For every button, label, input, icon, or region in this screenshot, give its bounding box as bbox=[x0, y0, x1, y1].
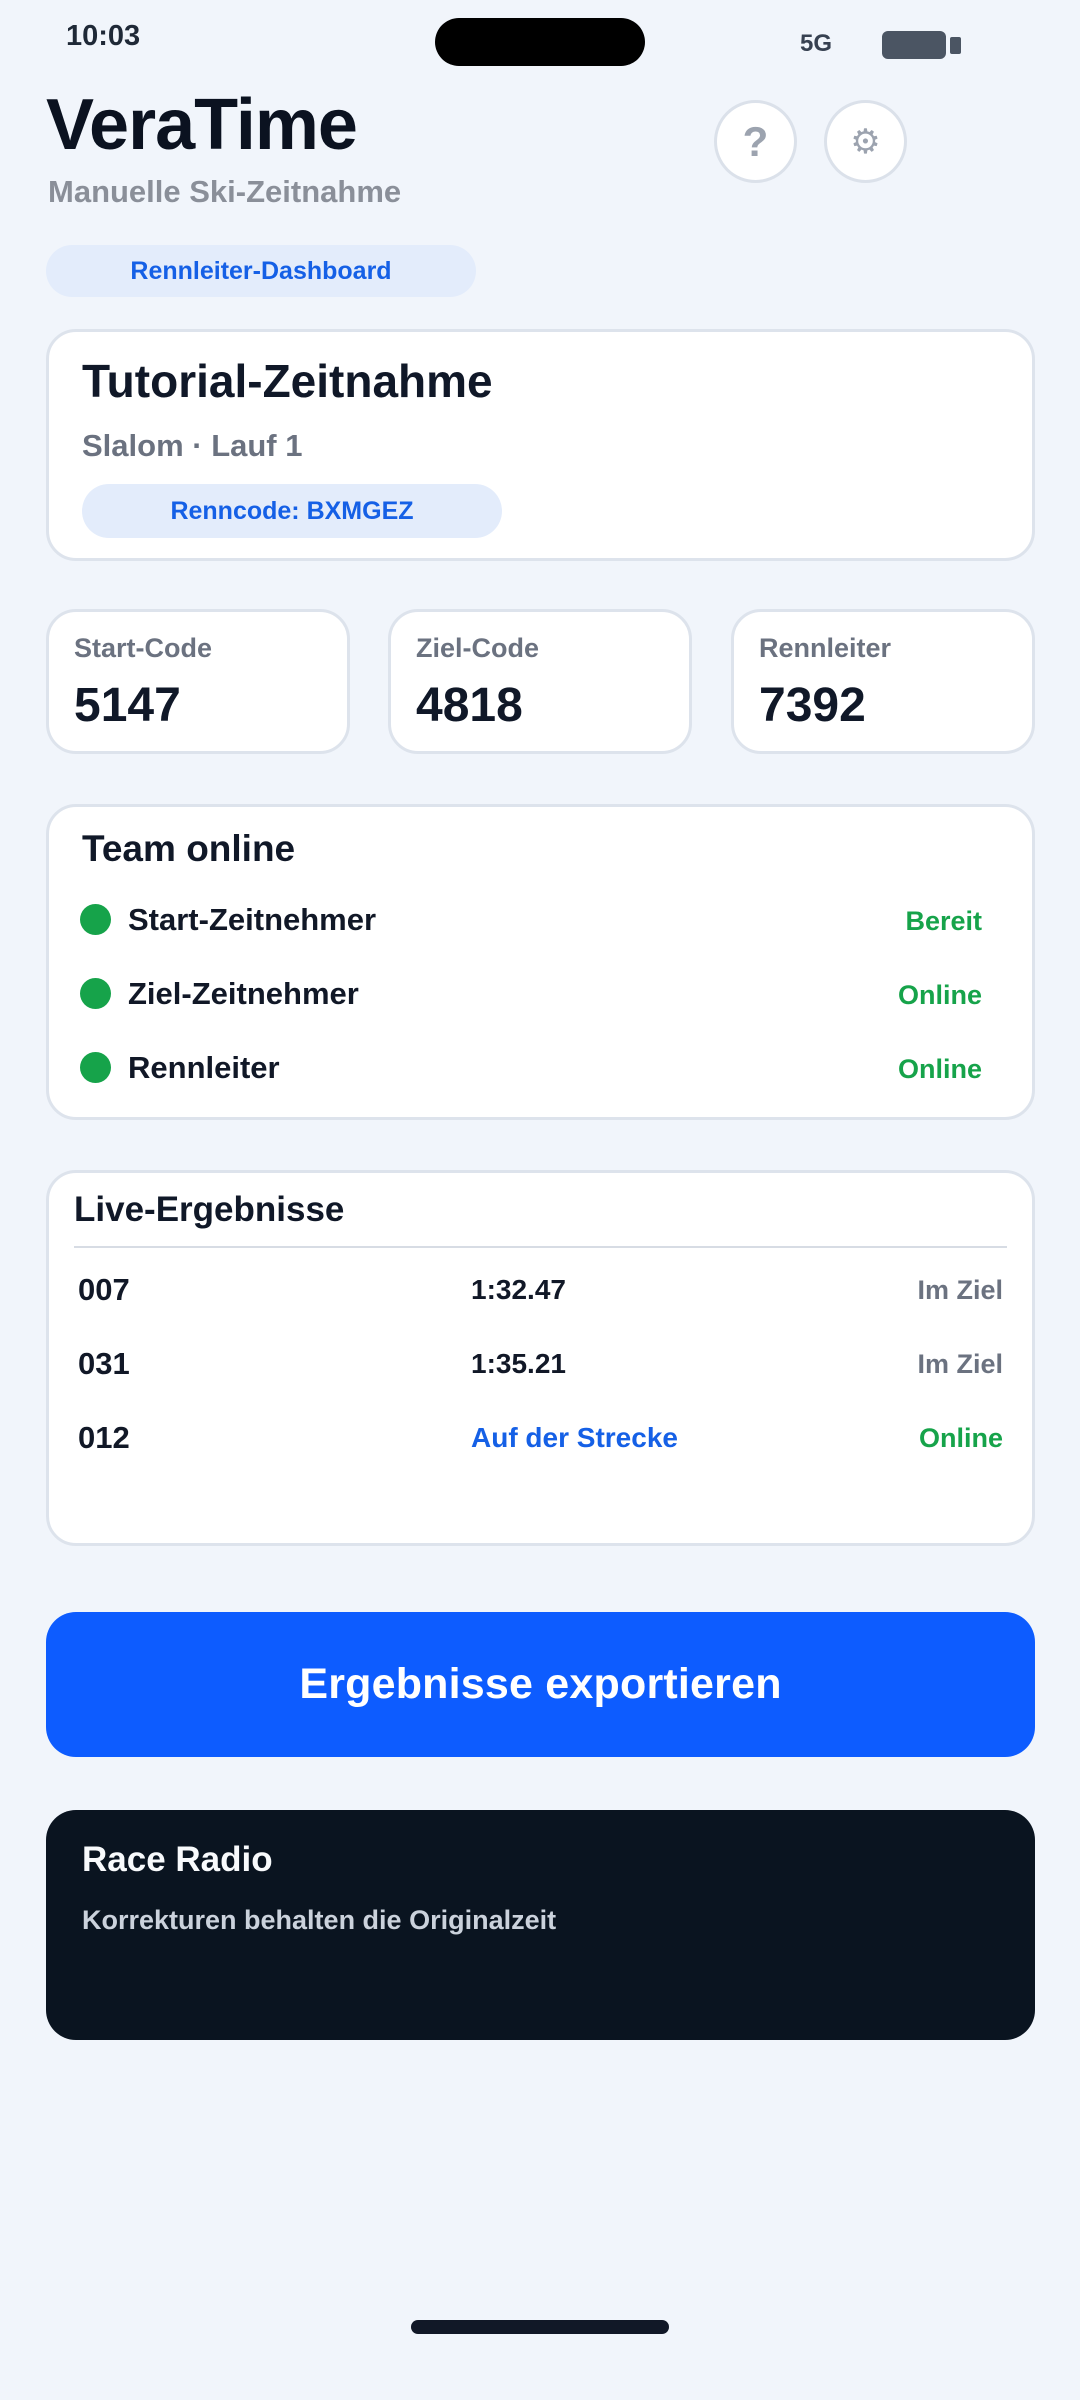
gear-icon: ⚙ bbox=[850, 122, 881, 161]
battery-tip bbox=[950, 37, 961, 54]
race-discipline: Slalom · Lauf 1 bbox=[82, 428, 303, 463]
race-code-badge: Renncode: BXMGEZ bbox=[82, 484, 502, 538]
start-code-label: Start-Code bbox=[74, 633, 213, 663]
director-code-label: Rennleiter bbox=[759, 633, 892, 663]
team-member-name: Ziel-Zeitnehmer bbox=[128, 976, 359, 1011]
result-bib: 007 bbox=[78, 1272, 130, 1307]
help-icon: ? bbox=[742, 117, 769, 165]
results-divider bbox=[74, 1246, 1007, 1248]
result-time: 1:35.21 bbox=[471, 1348, 566, 1379]
team-member-name: Start-Zeitnehmer bbox=[128, 902, 377, 937]
race-radio-message: Korrekturen behalten die Originalzeit bbox=[82, 1905, 557, 1935]
app-title: VeraTime bbox=[46, 85, 358, 165]
network-indicator: 5G bbox=[800, 30, 833, 57]
director-code-value: 7392 bbox=[759, 679, 866, 732]
status-time: 10:03 bbox=[66, 20, 141, 52]
result-status: Online bbox=[918, 1423, 1003, 1453]
race-radio-title: Race Radio bbox=[82, 1840, 273, 1879]
finish-code-value: 4818 bbox=[416, 679, 523, 732]
team-member-status: Online bbox=[897, 1054, 982, 1084]
finish-code-label: Ziel-Code bbox=[416, 633, 540, 663]
results-title: Live-Ergebnisse bbox=[74, 1190, 345, 1229]
result-bib: 031 bbox=[78, 1346, 130, 1381]
team-member-name: Rennleiter bbox=[128, 1050, 280, 1085]
result-status: Im Ziel bbox=[917, 1275, 1003, 1305]
status-dot bbox=[80, 1052, 111, 1083]
status-dot bbox=[80, 978, 111, 1009]
role-badge: Rennleiter-Dashboard bbox=[46, 245, 476, 297]
start-code-value: 5147 bbox=[74, 679, 181, 732]
team-member-status: Online bbox=[897, 980, 982, 1010]
export-results-button[interactable]: Ergebnisse exportieren bbox=[46, 1612, 1035, 1757]
app-subtitle: Manuelle Ski-Zeitnahme bbox=[48, 174, 402, 209]
home-indicator[interactable] bbox=[411, 2320, 669, 2334]
camera-notch bbox=[435, 18, 645, 66]
result-bib: 012 bbox=[78, 1420, 130, 1455]
team-member-status: Bereit bbox=[905, 906, 982, 936]
status-dot bbox=[80, 904, 111, 935]
result-status: Im Ziel bbox=[917, 1349, 1003, 1379]
result-time: 1:32.47 bbox=[471, 1274, 566, 1305]
team-title: Team online bbox=[82, 828, 296, 869]
race-name: Tutorial-Zeitnahme bbox=[82, 355, 493, 407]
result-time: Auf der Strecke bbox=[471, 1422, 678, 1453]
help-button[interactable]: ? bbox=[714, 100, 797, 183]
battery-icon bbox=[882, 31, 946, 59]
settings-button[interactable]: ⚙ bbox=[824, 100, 907, 183]
